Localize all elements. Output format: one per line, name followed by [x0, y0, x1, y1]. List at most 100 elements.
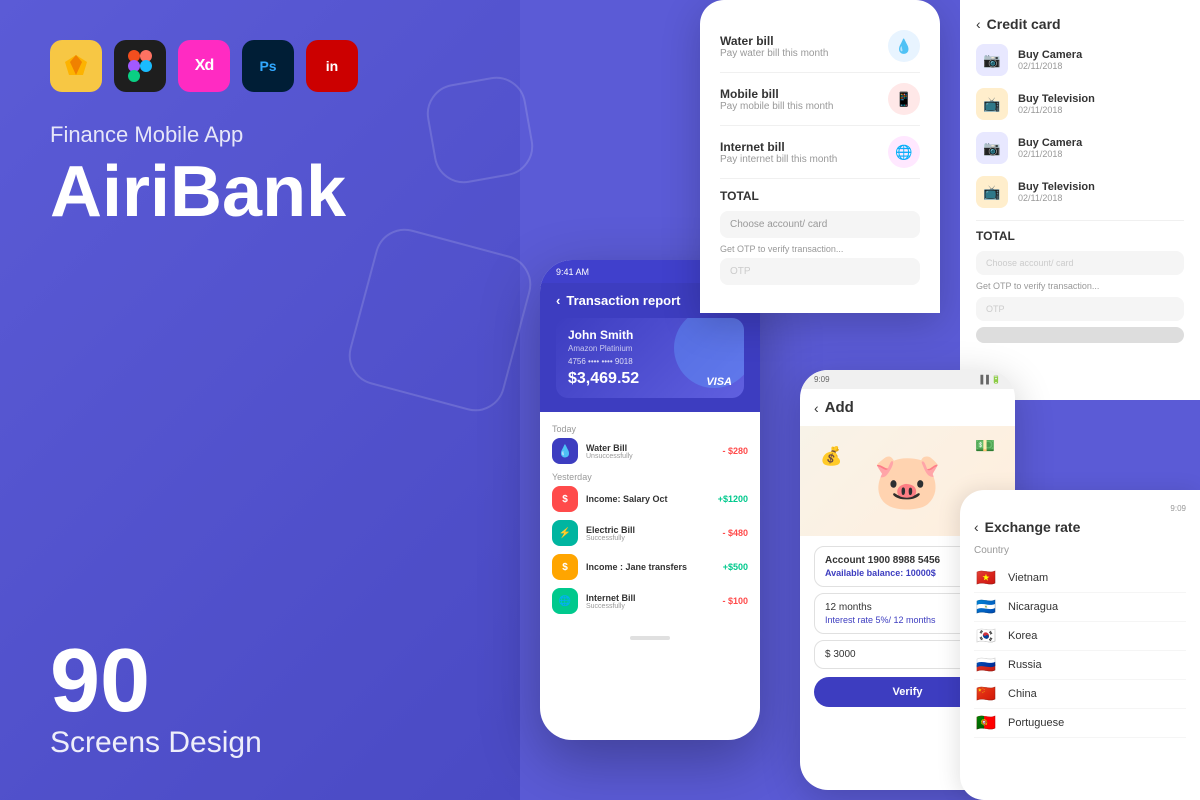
ex-header: ‹ Exchange rate [974, 519, 1186, 535]
piggy-bank-emoji: 🐷 [873, 449, 941, 514]
tx-amount-internet: - $100 [722, 596, 748, 606]
tx-internet: 🌐 Internet Bill Successfully - $100 [552, 588, 748, 614]
water-bill-item: Water bill Pay water bill this month 💧 [720, 20, 920, 73]
today-label: Today [552, 424, 748, 434]
water-bill-icon: 💧 [888, 30, 920, 62]
country-name-china: China [1008, 688, 1037, 700]
water-bill-sub: Pay water bill this month [720, 48, 876, 59]
cc-title-4: Buy Television [1018, 181, 1184, 193]
exchange-rate-panel: 9:09 ‹ Exchange rate Country 🇻🇳 Vietnam … [960, 490, 1200, 800]
flag-korea: 🇰🇷 [974, 628, 998, 644]
tx-status-internet: Successfully [586, 603, 714, 610]
cc-camera-icon-2: 📷 [976, 132, 1008, 164]
invision-icon[interactable]: in [306, 40, 358, 92]
tx-salary: $ Income: Salary Oct +$1200 [552, 486, 748, 512]
cc-title-1: Buy Camera [1018, 49, 1184, 61]
country-nicaragua[interactable]: 🇳🇮 Nicaragua [974, 593, 1186, 622]
tx-icon-salary: $ [552, 486, 578, 512]
tx-status-electric: Successfully [586, 535, 714, 542]
tx-electric: ⚡ Electric Bill Successfully - $480 [552, 520, 748, 546]
cc-item-2: 📺 Buy Television 02/11/2018 [976, 88, 1184, 120]
credit-card-panel: ‹ Credit card 📷 Buy Camera 02/11/2018 📺 … [960, 0, 1200, 400]
credit-card-mini: John Smith Amazon Platinium 4756 •••• ••… [556, 318, 744, 398]
savings-time: 9:09 [814, 375, 830, 384]
cc-date-2: 02/11/2018 [1018, 105, 1184, 115]
cc-account-select[interactable]: Choose account/ card [976, 251, 1184, 275]
cc-tv-icon-2: 📺 [976, 176, 1008, 208]
ex-time: 9:09 [1170, 504, 1186, 513]
internet-bill-icon: 🌐 [888, 136, 920, 168]
tx-status-water: Unsuccessfully [586, 453, 714, 460]
tool-icons-row: Xd Ps in [50, 40, 470, 92]
transaction-phone: 9:41 AM ▐▐ ▐ 🔋 ‹ Transaction report John… [540, 260, 760, 740]
ex-status-bar: 9:09 [974, 504, 1186, 513]
cc-date-1: 02/11/2018 [1018, 61, 1184, 71]
savings-screen-title: Add [825, 399, 854, 416]
tx-water-bill: 💧 Water Bill Unsuccessfully - $280 [552, 438, 748, 464]
bill-total-row: TOTAL [720, 189, 920, 203]
country-name-nicaragua: Nicaragua [1008, 601, 1058, 613]
country-name-korea: Korea [1008, 630, 1037, 642]
adobe-xd-icon[interactable]: Xd [178, 40, 230, 92]
tx-info-electric: Electric Bill Successfully [586, 525, 714, 542]
tx-amount-water: - $280 [722, 446, 748, 456]
credit-back-arrow[interactable]: ‹ [976, 16, 981, 32]
country-china[interactable]: 🇨🇳 China [974, 680, 1186, 709]
flag-vietnam: 🇻🇳 [974, 570, 998, 586]
tx-info-internet: Internet Bill Successfully [586, 593, 714, 610]
card-bank-name: Amazon Platinium [568, 344, 732, 353]
internet-bill-info: Internet bill Pay internet bill this mon… [720, 140, 876, 165]
cc-otp-input[interactable]: OTP [976, 297, 1184, 321]
tx-icon-jane: $ [552, 554, 578, 580]
savings-back-arrow[interactable]: ‹ [814, 400, 819, 416]
water-bill-title: Water bill [720, 34, 876, 48]
bill-total-label: TOTAL [720, 189, 759, 203]
cc-submit-btn[interactable] [976, 327, 1184, 343]
water-bill-info: Water bill Pay water bill this month [720, 34, 876, 59]
internet-bill-item: Internet bill Pay internet bill this mon… [720, 126, 920, 179]
country-name-russia: Russia [1008, 659, 1042, 671]
back-arrow[interactable]: ‹ [556, 293, 560, 308]
cc-info-4: Buy Television 02/11/2018 [1018, 181, 1184, 203]
screens-label: Screens Design [50, 726, 470, 760]
tx-name-electric: Electric Bill [586, 525, 714, 535]
credit-total-section: TOTAL Choose account/ card Get OTP to ve… [976, 220, 1184, 343]
money-emoji-2: 💵 [975, 436, 995, 456]
cc-info-1: Buy Camera 02/11/2018 [1018, 49, 1184, 71]
mobile-bill-item: Mobile bill Pay mobile bill this month 📱 [720, 73, 920, 126]
otp-verify-text: Get OTP to verify transaction... [720, 244, 920, 254]
ex-screen-title: Exchange rate [985, 519, 1081, 535]
photoshop-icon[interactable]: Ps [242, 40, 294, 92]
account-select-input[interactable]: Choose account/ card [720, 211, 920, 238]
app-title: AiriBank [50, 156, 470, 228]
credit-total-label: TOTAL [976, 229, 1184, 243]
tx-amount-electric: - $480 [722, 528, 748, 538]
ex-back-arrow[interactable]: ‹ [974, 519, 979, 535]
tx-name-jane: Income : Jane transfers [586, 562, 715, 572]
figma-icon[interactable] [114, 40, 166, 92]
cc-title-2: Buy Television [1018, 93, 1184, 105]
flag-nicaragua: 🇳🇮 [974, 599, 998, 615]
cc-title-3: Buy Camera [1018, 137, 1184, 149]
cc-item-3: 📷 Buy Camera 02/11/2018 [976, 132, 1184, 164]
cc-item-1: 📷 Buy Camera 02/11/2018 [976, 44, 1184, 76]
decorative-rect-2 [422, 72, 538, 188]
mobile-bill-sub: Pay mobile bill this month [720, 101, 876, 112]
sketch-icon[interactable] [50, 40, 102, 92]
mobile-bill-info: Mobile bill Pay mobile bill this month [720, 87, 876, 112]
mobile-bill-icon: 📱 [888, 83, 920, 115]
country-korea[interactable]: 🇰🇷 Korea [974, 622, 1186, 651]
tx-icon-internet: 🌐 [552, 588, 578, 614]
country-portuguese[interactable]: 🇵🇹 Portuguese [974, 709, 1186, 738]
country-vietnam[interactable]: 🇻🇳 Vietnam [974, 564, 1186, 593]
otp-input[interactable]: OTP [720, 258, 920, 285]
cc-verify-text: Get OTP to verify transaction... [976, 281, 1184, 291]
flag-china: 🇨🇳 [974, 686, 998, 702]
cc-info-2: Buy Television 02/11/2018 [1018, 93, 1184, 115]
visa-label: VISA [706, 376, 732, 388]
tx-amount-salary: +$1200 [718, 494, 748, 504]
phone-home-indicator [630, 636, 670, 640]
country-russia[interactable]: 🇷🇺 Russia [974, 651, 1186, 680]
screens-count: 90 [50, 636, 470, 726]
savings-signal: ▐▐ 🔋 [977, 375, 1001, 384]
